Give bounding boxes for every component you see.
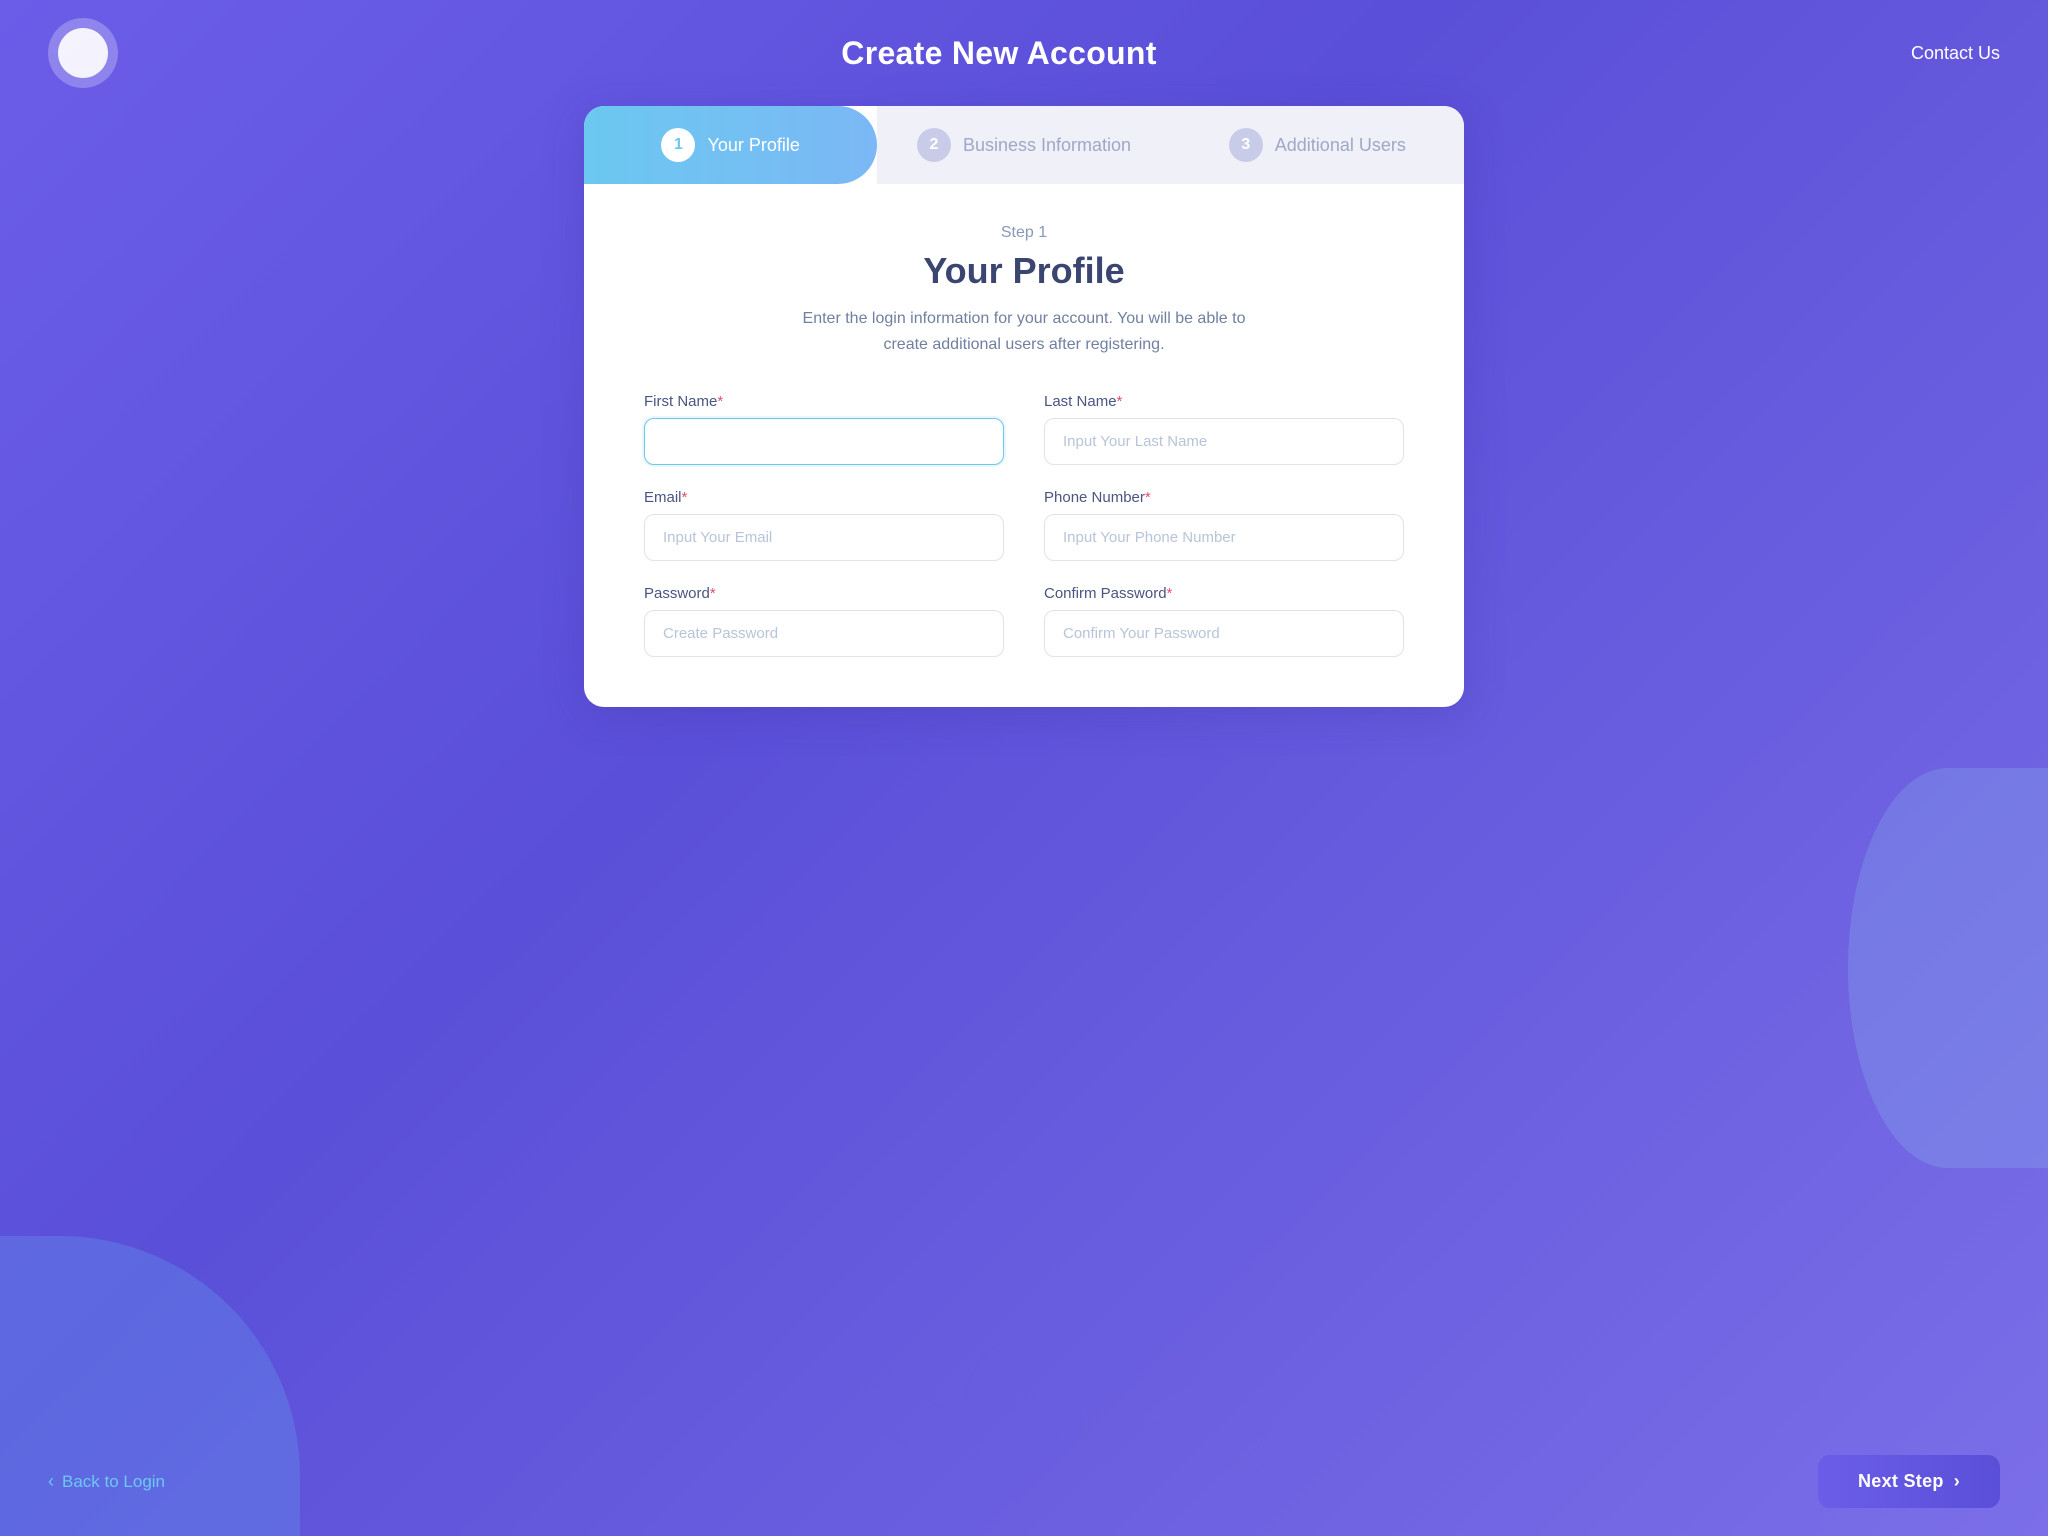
step-tab-3[interactable]: 3 Additional Users [1171,106,1464,184]
step-label-3: Additional Users [1275,135,1406,156]
phone-field: Phone Number* [1044,489,1404,561]
footer: ‹ Back to Login Next Step › [0,1427,2048,1536]
phone-required: * [1145,489,1151,506]
last-name-required: * [1117,393,1123,410]
password-input[interactable] [644,610,1004,657]
back-to-login-link[interactable]: ‹ Back to Login [48,1471,165,1492]
confirm-password-label: Confirm Password* [1044,585,1404,602]
email-field: Email* [644,489,1004,561]
step-label-1: Your Profile [707,135,799,156]
form-header: Step 1 Your Profile Enter the login info… [644,224,1404,357]
first-name-field: First Name* [644,393,1004,465]
form-description: Enter the login information for your acc… [784,306,1264,357]
confirm-password-input[interactable] [1044,610,1404,657]
last-name-input[interactable] [1044,418,1404,465]
step-number-2: 2 [917,128,951,162]
step-label-2: Business Information [963,135,1131,156]
contact-us-link[interactable]: Contact Us [1880,43,2000,64]
phone-input[interactable] [1044,514,1404,561]
first-name-input[interactable] [644,418,1004,465]
step-indicator: Step 1 [644,224,1404,242]
form-area: Step 1 Your Profile Enter the login info… [584,184,1464,707]
last-name-label: Last Name* [1044,393,1404,410]
main-content: 1 Your Profile 2 Business Information 3 … [0,106,2048,1427]
next-step-label: Next Step [1858,1471,1944,1492]
step-tab-1[interactable]: 1 Your Profile [584,106,877,184]
confirm-password-required: * [1167,585,1173,602]
chevron-left-icon: ‹ [48,1471,54,1492]
phone-label: Phone Number* [1044,489,1404,506]
password-label: Password* [644,585,1004,602]
step-number-3: 3 [1229,128,1263,162]
last-name-field: Last Name* [1044,393,1404,465]
email-required: * [682,489,688,506]
confirm-password-field: Confirm Password* [1044,585,1404,657]
step-number-1: 1 [661,128,695,162]
logo [48,18,118,88]
email-input[interactable] [644,514,1004,561]
email-label: Email* [644,489,1004,506]
logo-image [58,28,108,78]
back-to-login-label: Back to Login [62,1472,165,1492]
main-card: 1 Your Profile 2 Business Information 3 … [584,106,1464,707]
first-name-required: * [717,393,723,410]
password-required: * [710,585,716,602]
chevron-right-icon: › [1954,1471,1960,1492]
first-name-label: First Name* [644,393,1004,410]
header: Create New Account Contact Us [0,0,2048,106]
page-title: Create New Account [118,35,1880,72]
step-tab-2[interactable]: 2 Business Information [877,106,1170,184]
form-title: Your Profile [644,250,1404,292]
password-field: Password* [644,585,1004,657]
form-grid: First Name* Last Name* Email* [644,393,1404,657]
next-step-button[interactable]: Next Step › [1818,1455,2000,1508]
step-tabs: 1 Your Profile 2 Business Information 3 … [584,106,1464,184]
